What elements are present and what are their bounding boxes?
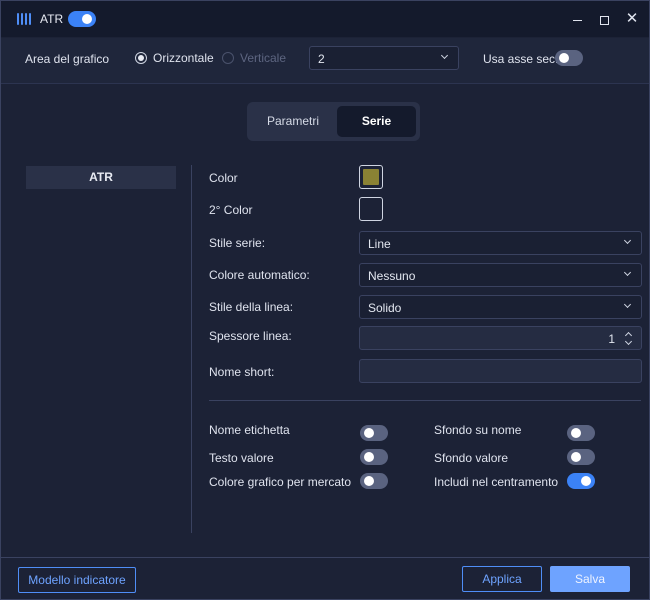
tab-serie[interactable]: Serie: [337, 106, 416, 137]
chevron-down-icon: [623, 235, 633, 249]
name-background-toggle[interactable]: [567, 425, 595, 441]
label-name-toggle-label: Nome etichetta: [209, 423, 290, 437]
include-centering-toggle-label: Includi nel centramento: [434, 475, 559, 489]
color2-swatch[interactable]: [359, 197, 383, 221]
color-swatch[interactable]: [359, 165, 383, 189]
value-background-toggle-label: Sfondo valore: [434, 451, 509, 465]
auto-color-select[interactable]: Nessuno: [359, 263, 642, 287]
chevron-down-icon: [440, 50, 450, 64]
name-background-toggle-label: Sfondo su nome: [434, 423, 522, 437]
chart-area-label: Area del grafico: [25, 52, 110, 66]
short-name-input[interactable]: [359, 359, 642, 383]
short-name-label: Nome short:: [209, 365, 275, 379]
close-icon[interactable]: ✕: [622, 9, 642, 29]
series-list-item-atr[interactable]: ATR: [26, 166, 176, 189]
horizontal-radio-label[interactable]: Orizzontale: [153, 51, 214, 65]
value-text-toggle[interactable]: [360, 449, 388, 465]
auto-color-label: Colore automatico:: [209, 268, 310, 282]
stepper-arrows-icon[interactable]: [624, 330, 634, 346]
color-swatch-fill: [363, 169, 379, 185]
settings-tabs: Parametri Serie: [247, 102, 420, 141]
window-title: ATR: [40, 12, 64, 26]
tab-parametri[interactable]: Parametri: [251, 106, 335, 137]
series-style-select[interactable]: Line: [359, 231, 642, 255]
chevron-down-icon: [623, 267, 633, 281]
secondary-axis-toggle[interactable]: [555, 50, 583, 66]
indicator-enabled-toggle[interactable]: [68, 11, 96, 27]
save-button[interactable]: Salva: [550, 566, 630, 592]
auto-color-value: Nessuno: [368, 269, 416, 283]
indicator-bars-icon: [17, 13, 31, 25]
line-width-stepper[interactable]: 1: [359, 326, 642, 350]
line-style-value: Solido: [368, 301, 402, 315]
color2-label: 2° Color: [209, 203, 253, 217]
line-style-label: Stile della linea:: [209, 300, 294, 314]
market-color-toggle-label: Colore grafico per mercato: [209, 475, 352, 489]
line-width-label: Spessore linea:: [209, 329, 292, 343]
series-style-value: Line: [368, 237, 391, 251]
market-color-toggle[interactable]: [360, 473, 388, 489]
minimize-icon[interactable]: [567, 9, 587, 29]
label-name-toggle[interactable]: [360, 425, 388, 441]
chart-area-select[interactable]: 2: [309, 46, 459, 70]
series-style-label: Stile serie:: [209, 236, 266, 250]
value-background-toggle[interactable]: [567, 449, 595, 465]
maximize-icon[interactable]: [594, 9, 614, 29]
include-centering-toggle[interactable]: [567, 473, 595, 489]
secondary-axis-label: Usa asse sec.: [483, 52, 559, 66]
panel-divider: [191, 165, 192, 533]
chart-area-select-value: 2: [318, 52, 325, 66]
apply-button[interactable]: Applica: [462, 566, 542, 592]
color-label: Color: [209, 171, 238, 185]
chart-area-row: Area del grafico Orizzontale Verticale 2…: [1, 38, 649, 84]
value-text-toggle-label: Testo valore: [209, 451, 274, 465]
horizontal-radio[interactable]: [135, 52, 147, 64]
vertical-radio-label: Verticale: [240, 51, 287, 65]
title-bar: ATR ✕: [1, 1, 649, 37]
line-style-select[interactable]: Solido: [359, 295, 642, 319]
indicator-settings-window: ATR ✕ Area del grafico Orizzontale Verti…: [0, 0, 650, 600]
line-width-value: 1: [608, 332, 615, 346]
indicator-model-button[interactable]: Modello indicatore: [18, 567, 136, 593]
section-divider: [209, 400, 641, 401]
footer: Modello indicatore Applica Salva: [1, 557, 649, 599]
vertical-radio[interactable]: [222, 52, 234, 64]
chevron-down-icon: [623, 299, 633, 313]
